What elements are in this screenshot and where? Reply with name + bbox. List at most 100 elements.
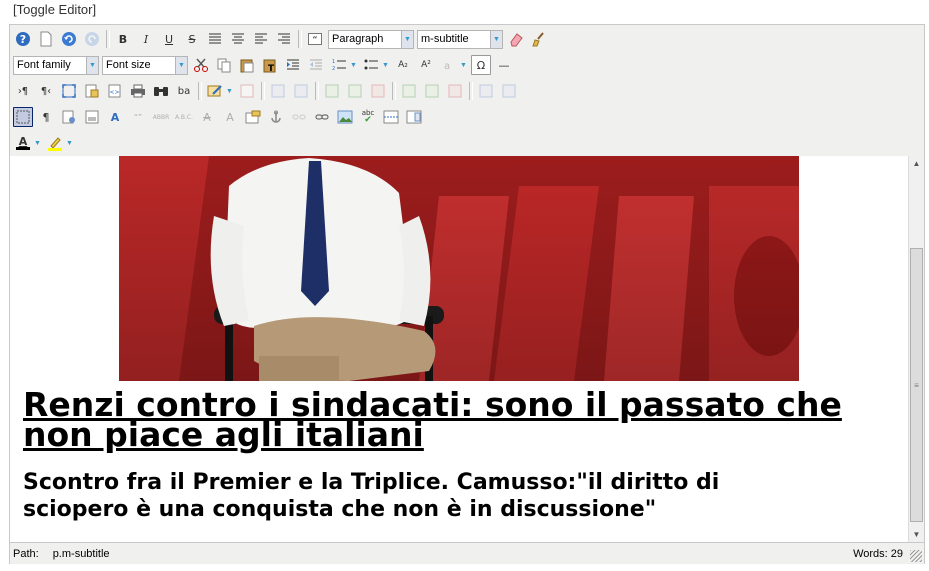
style-select-value: m-subtitle [421, 33, 469, 45]
unlink-icon[interactable] [289, 107, 309, 127]
help-icon[interactable]: ? [13, 29, 33, 49]
image-icon[interactable] [335, 107, 355, 127]
copy-icon[interactable] [214, 55, 234, 75]
visual-aid-icon[interactable] [13, 107, 33, 127]
template-icon[interactable] [82, 81, 102, 101]
svg-text:?: ? [20, 33, 26, 46]
charmap-button[interactable]: Ω [471, 55, 491, 75]
chevron-down-icon[interactable]: ▼ [65, 133, 74, 153]
font-family-select[interactable]: Font family ▼ [13, 55, 99, 75]
link-icon[interactable] [312, 107, 332, 127]
vertical-scrollbar[interactable]: ▲ ≡ ▼ [908, 156, 924, 542]
cut-icon[interactable] [191, 55, 211, 75]
underline-button[interactable]: U [159, 29, 179, 49]
table-insert-row-icon[interactable] [322, 81, 342, 101]
path-value[interactable]: p.m-subtitle [53, 548, 110, 560]
font-size-select[interactable]: Font size ▼ [102, 55, 188, 75]
bullet-list-icon[interactable] [361, 55, 381, 75]
table-split-icon[interactable] [345, 81, 365, 101]
spellcheck-icon[interactable]: abc ✔ [358, 107, 378, 127]
toolbar-row-2: Font family ▼ Font size ▼ T 1 2 ▼ ▼ A₂ A… [13, 53, 517, 77]
justify-full-icon[interactable] [205, 29, 225, 49]
font-size-value: Font size [106, 59, 151, 71]
chevron-down-icon[interactable]: ▼ [459, 55, 468, 75]
svg-text:<>: <> [109, 89, 119, 96]
strikethrough-button[interactable]: S [182, 29, 202, 49]
acronym-icon[interactable]: A.B.C. [174, 107, 194, 127]
ins-icon[interactable]: A [220, 107, 240, 127]
toolbar-row-4: ¶ A “” ABBR A.B.C. A A abc ✔ [13, 105, 427, 129]
justify-right-icon[interactable] [274, 29, 294, 49]
table-split-cells-icon[interactable] [499, 81, 519, 101]
format-select-value: Paragraph [332, 33, 384, 45]
attributes-icon[interactable] [243, 107, 263, 127]
resize-grip-icon[interactable] [910, 550, 922, 562]
chevron-down-icon[interactable]: ▼ [33, 133, 42, 153]
page-break-icon[interactable] [381, 107, 401, 127]
undo-icon[interactable] [59, 29, 79, 49]
code-icon[interactable]: <> [105, 81, 125, 101]
table-delete-col-icon[interactable] [445, 81, 465, 101]
svg-text:a: a [444, 61, 450, 72]
article-headline[interactable]: Renzi contro i sindacati: sono il passat… [23, 388, 903, 451]
quote-marks-icon[interactable]: “” [128, 107, 148, 127]
font-color-a-button[interactable]: A [105, 107, 125, 127]
search-icon[interactable] [151, 81, 171, 101]
scrollbar-thumb[interactable]: ≡ [910, 248, 923, 522]
toggle-editor-link[interactable]: [Toggle Editor] [13, 2, 96, 17]
paste-icon[interactable] [237, 55, 257, 75]
bold-button[interactable]: B [113, 29, 133, 49]
anchor-icon[interactable] [266, 107, 286, 127]
format-select[interactable]: Paragraph ▼ [328, 29, 414, 49]
table-row-before-icon[interactable] [268, 81, 288, 101]
font-family-value: Font family [17, 59, 71, 71]
table-props-icon[interactable] [237, 81, 257, 101]
table-merge-icon[interactable] [476, 81, 496, 101]
rtl-icon[interactable]: ¶‹ [36, 81, 56, 101]
toolbar-row-1: ? B I U S “ Paragraph ▼ m-subtitle ▼ [13, 27, 552, 51]
numbered-list-icon[interactable]: 12 [329, 55, 349, 75]
italic-button[interactable]: I [136, 29, 156, 49]
editor-content-area[interactable]: Renzi contro i sindacati: sono il passat… [10, 156, 908, 542]
blockquote-icon[interactable]: “ [305, 29, 325, 49]
style-select[interactable]: m-subtitle ▼ [417, 29, 503, 49]
link-style-icon[interactable]: a [439, 55, 459, 75]
svg-text:“: “ [312, 35, 317, 45]
chevron-down-icon[interactable]: ▼ [381, 55, 390, 75]
scroll-up-icon[interactable]: ▲ [909, 156, 924, 171]
table-insert-col-icon[interactable] [399, 81, 419, 101]
fullscreen-icon[interactable] [59, 81, 79, 101]
paste-text-icon[interactable]: T [260, 55, 280, 75]
redo-icon[interactable] [82, 29, 102, 49]
scroll-down-icon[interactable]: ▼ [909, 527, 924, 542]
readmore-icon[interactable] [404, 107, 424, 127]
replace-button[interactable]: ba [174, 81, 194, 101]
eraser-icon[interactable] [506, 29, 526, 49]
justify-center-icon[interactable] [228, 29, 248, 49]
new-document-icon[interactable] [36, 29, 56, 49]
print-icon[interactable] [128, 81, 148, 101]
del-icon[interactable]: A [197, 107, 217, 127]
chevron-down-icon[interactable]: ▼ [349, 55, 358, 75]
ltr-icon[interactable]: ›¶ [13, 81, 33, 101]
indent-icon[interactable] [283, 55, 303, 75]
chevron-down-icon: ▼ [401, 30, 413, 48]
outdent-icon[interactable] [306, 55, 326, 75]
article-subtitle[interactable]: Scontro fra il Premier e la Triplice. Ca… [23, 469, 803, 523]
style-props-icon[interactable] [59, 107, 79, 127]
table-col-after-icon[interactable] [422, 81, 442, 101]
chevron-down-icon[interactable]: ▼ [225, 81, 234, 101]
subscript-button[interactable]: A₂ [393, 55, 413, 75]
cleanup-broom-icon[interactable] [529, 29, 549, 49]
table-delete-row-icon[interactable] [368, 81, 388, 101]
justify-left-icon[interactable] [251, 29, 271, 49]
highlight-color-icon[interactable] [45, 133, 65, 153]
layer-icon[interactable] [82, 107, 102, 127]
edit-image-icon[interactable] [205, 81, 225, 101]
horizontal-rule-button[interactable]: — [494, 55, 514, 75]
text-color-icon[interactable]: A [13, 133, 33, 153]
superscript-button[interactable]: A² [416, 55, 436, 75]
pilcrow-button[interactable]: ¶ [36, 107, 56, 127]
table-row-after-icon[interactable] [291, 81, 311, 101]
abbr-button[interactable]: ABBR [151, 107, 171, 127]
